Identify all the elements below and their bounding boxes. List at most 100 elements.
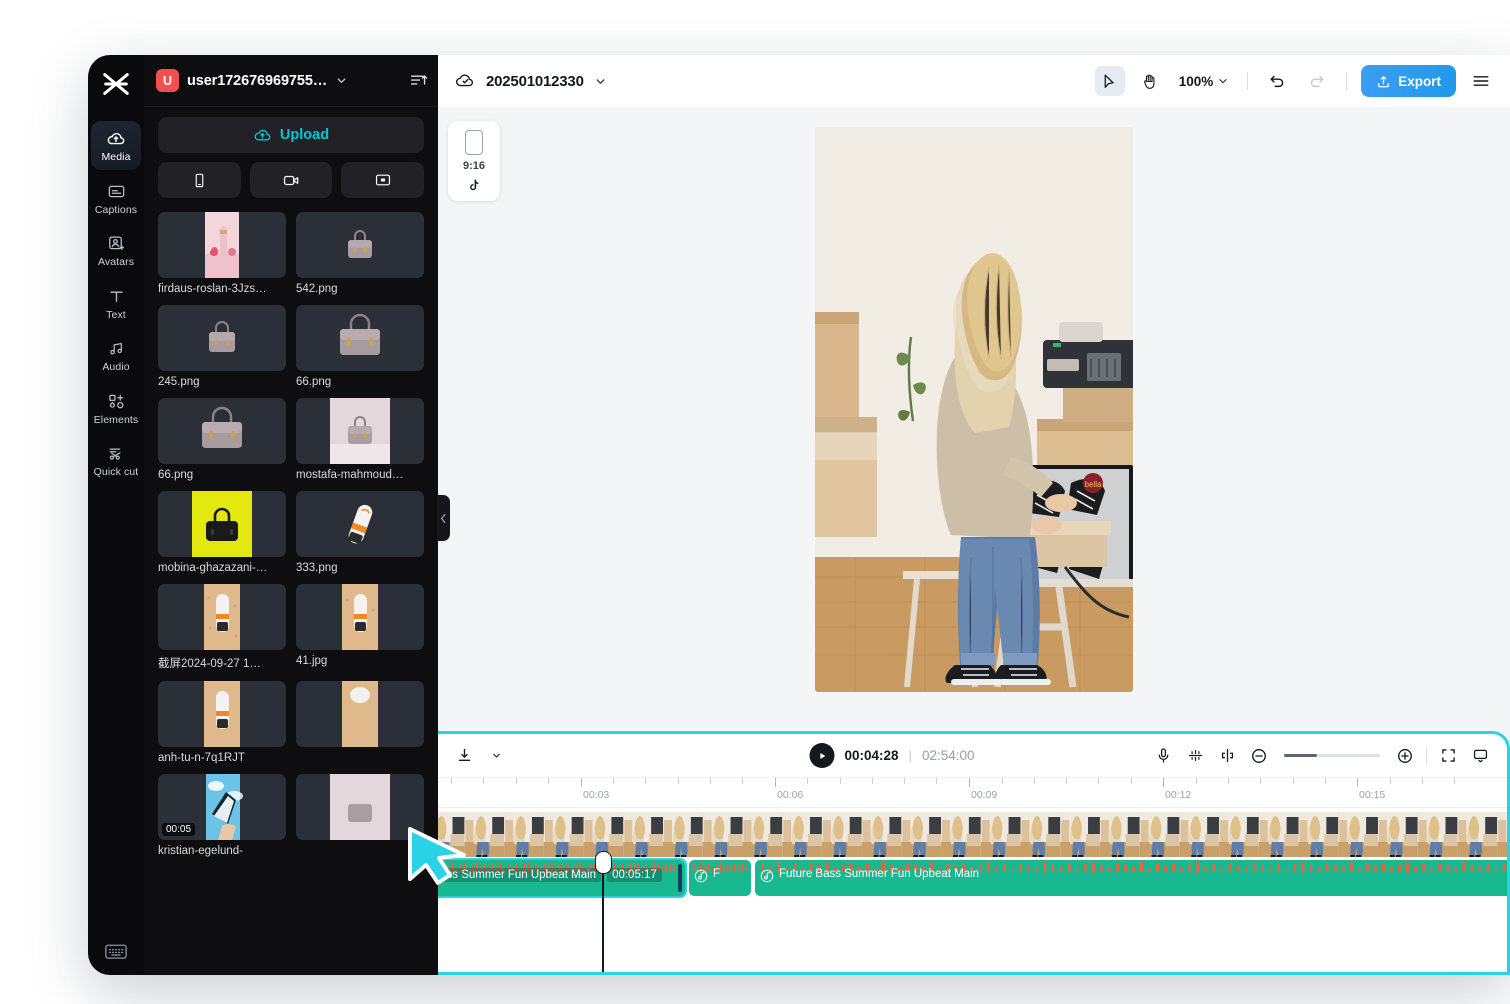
chevron-down-icon[interactable] [335,74,348,87]
undo-icon [1268,72,1286,90]
media-thumbnail: 00:05 [158,774,286,840]
media-item[interactable]: 542.png [296,212,424,295]
media-thumbnail [296,491,424,557]
hand-tool-button[interactable] [1135,66,1165,96]
import-from-phone-button[interactable] [158,162,241,198]
timeline-zoom-slider[interactable] [1284,754,1380,757]
media-item[interactable]: mostafa-mahmoud… [296,398,424,481]
capcut-app-window: Media Captions Avatars Text Audio Elemen… [88,55,1510,975]
sidebar-item-label: Avatars [97,256,135,268]
music-disc-icon [694,869,708,888]
zoom-out-button[interactable] [1244,742,1274,770]
zoom-out-minus-icon [1250,747,1268,765]
media-item-name: firdaus-roslan-3Jzs… [158,283,267,295]
avatar-add-icon [107,233,126,254]
media-item-name: 542.png [296,283,338,295]
video-preview[interactable]: bella [815,127,1133,692]
media-thumbnail [158,305,286,371]
divider [1346,72,1348,90]
audio-clip[interactable]: Future Bass Summer Fun Upbeat Main [755,860,1507,896]
undo-button[interactable] [1262,66,1292,96]
tiktok-icon [448,178,500,193]
chevron-down-icon[interactable] [594,75,607,88]
captions-icon [107,181,126,202]
media-item[interactable]: 333.png [296,491,424,574]
timeline-ruler[interactable]: 00:00 00:03 00:06 00:09 00:12 00:15 [385,778,1507,808]
screen-record-icon [374,171,392,189]
record-video-button[interactable] [249,162,333,198]
select-tool-button[interactable] [1094,66,1125,96]
screen-record-button[interactable] [341,162,425,198]
play-button[interactable] [809,743,835,768]
aspect-ratio-card[interactable]: 9:16 [448,121,500,201]
media-item[interactable]: 66.png [158,398,286,481]
sidebar-item-quick-cut[interactable]: Quick cut [91,436,141,485]
sidebar-item-label: Elements [93,413,139,426]
media-thumbnail [158,212,286,278]
play-icon [817,751,827,761]
sidebar-item-avatars[interactable]: Avatars [91,226,141,275]
quick-cut-icon [107,443,126,464]
sidebar-item-label: Quick cut [93,466,139,478]
media-item[interactable]: 41.jpg [296,584,424,671]
export-upload-icon [1376,74,1391,89]
chevron-down-icon [491,750,502,761]
clip-trim-handle-right[interactable] [678,864,682,892]
media-item[interactable]: 66.png [296,305,424,388]
fit-to-screen-button[interactable] [1433,742,1463,770]
video-clip[interactable] [385,812,1507,857]
ruler-label: 00:09 [971,789,998,801]
hand-pan-icon [1141,73,1158,90]
main-menu-button[interactable] [1466,66,1496,96]
sidebar-item-captions[interactable]: Captions [91,174,141,223]
download-options-button[interactable] [481,742,511,770]
capcut-logo-icon[interactable] [96,63,136,105]
audio-clip[interactable]: F [689,860,751,896]
media-item[interactable]: firdaus-roslan-3Jzs… [158,212,286,295]
display-monitor-icon [1472,747,1489,764]
media-item[interactable]: 截屏2024-09-27 1… [158,584,286,671]
upload-button[interactable]: Upload [158,117,424,153]
media-thumbnail [296,774,424,840]
keyboard-icon[interactable] [103,941,129,961]
project-title[interactable]: 202501012330 [486,73,584,90]
record-voiceover-button[interactable] [1148,742,1178,770]
media-item-name: kristian-egelund- [158,845,244,857]
media-item[interactable]: 00:05 kristian-egelund- [158,774,286,857]
media-thumbnail [158,398,286,464]
media-item[interactable] [296,681,424,764]
select-arrow-icon [1101,73,1118,90]
zoom-level-select[interactable]: 100% [1175,74,1234,89]
sort-ascending-icon[interactable] [409,71,428,90]
zoom-in-button[interactable] [1390,742,1420,770]
account-header: U user172676969755… [144,55,438,107]
media-item[interactable]: mobina-ghazazani-… [158,491,286,574]
media-item-name: mostafa-mahmoud… [296,469,404,481]
redo-button[interactable] [1302,66,1332,96]
media-thumbnail [296,212,424,278]
divider [1247,72,1249,90]
panel-collapse-handle[interactable] [437,495,450,541]
video-camera-icon [282,171,301,190]
avatar[interactable]: U [156,69,179,92]
auto-align-button[interactable] [1180,742,1210,770]
filmstrip [385,812,1507,857]
sidebar-item-text[interactable]: Text [91,279,141,328]
export-button[interactable]: Export [1361,65,1456,97]
current-time: 00:04:28 [844,748,899,763]
split-at-playhead-button[interactable] [1212,742,1242,770]
display-settings-button[interactable] [1465,742,1495,770]
sidebar-item-media[interactable]: Media [91,121,141,170]
sidebar-item-elements[interactable]: Elements [91,384,141,433]
media-item[interactable] [296,774,424,857]
media-item[interactable]: anh-tu-n-7q1RJT [158,681,286,764]
sidebar-item-audio[interactable]: Audio [91,331,141,380]
media-source-buttons [158,162,425,198]
phone-icon [191,172,208,189]
fullscreen-icon [1440,747,1457,764]
account-name[interactable]: user172676969755… [187,73,327,89]
media-item-name: 333.png [296,562,338,574]
download-button[interactable] [449,742,479,770]
left-nav-rail: Media Captions Avatars Text Audio Elemen… [88,55,144,975]
media-item[interactable]: 245.png [158,305,286,388]
